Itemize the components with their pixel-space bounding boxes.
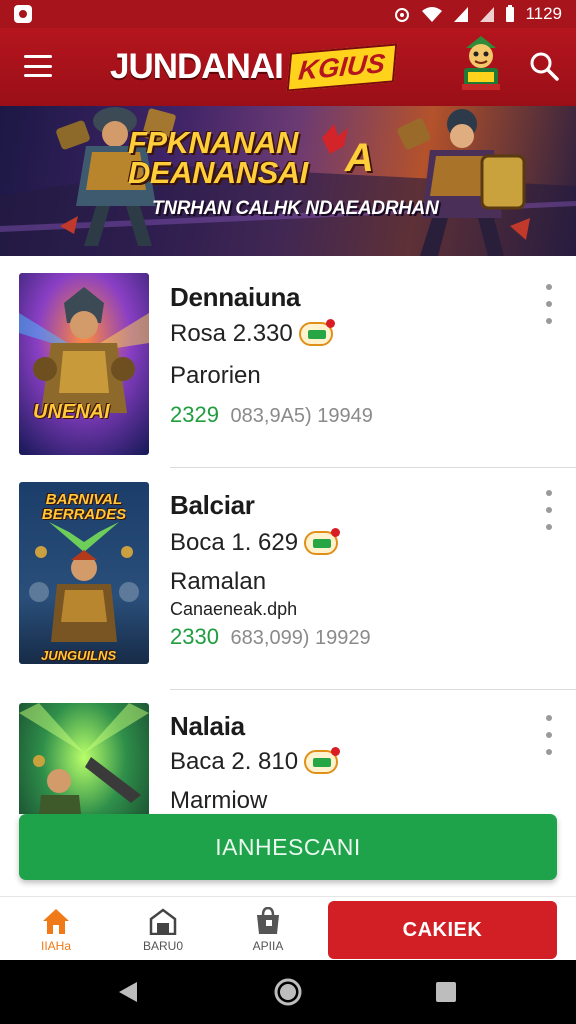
- thumbnail-title: JUNGUILNS: [41, 648, 117, 663]
- banner-subtitle: TNRHAN CALHK NDAEADRHAN: [152, 198, 439, 219]
- item-title: Nalaia: [170, 711, 245, 741]
- recents-icon[interactable]: [428, 974, 464, 1010]
- promo-banner[interactable]: FPKNANAN DEANANSAI A TNRHAN CALHK NDAEAD…: [0, 106, 576, 256]
- item-price-text: Baca 2. 810: [170, 748, 299, 775]
- store-icon: [149, 908, 177, 935]
- thumbnail-art: [19, 703, 149, 814]
- item-price: Baca 2. 810: [170, 747, 341, 776]
- price-tag-icon: [298, 319, 335, 346]
- status-right: 1129: [393, 4, 562, 24]
- thumbnail-art: [19, 273, 149, 455]
- list-item[interactable]: BARNIVAL BERRADES JUNGUILNS Balciar Boca…: [0, 477, 576, 697]
- price-tag-icon: [304, 528, 341, 555]
- item-thumbnail[interactable]: [19, 703, 149, 814]
- item-price-text: Boca 1. 629: [170, 529, 299, 556]
- more-options-icon[interactable]: [542, 715, 556, 755]
- signal2-icon: [480, 7, 495, 22]
- primary-cta-button[interactable]: IANHESCANI: [19, 814, 557, 880]
- more-options-icon[interactable]: [542, 490, 556, 530]
- item-price: Rosa 2.330: [170, 319, 335, 348]
- item-extra: Canaeneak.dph: [170, 599, 298, 619]
- menu-icon-line: [24, 55, 52, 58]
- item-subtitle: Marmiow: [170, 787, 268, 814]
- system-nav-bar: [0, 960, 576, 1024]
- brand-name: JUNDANAI: [110, 47, 284, 86]
- status-left: [14, 5, 32, 23]
- nav-tab-store[interactable]: BARU0: [123, 907, 203, 957]
- item-title: Dennaiuna: [170, 282, 301, 312]
- item-price-text: Rosa 2.330: [170, 320, 293, 347]
- screen: 1129 JUNDANAI KGIUS FPKNANAN DEANANSAI A…: [0, 0, 576, 1024]
- bag-icon: [257, 907, 279, 934]
- nav-tab-apps[interactable]: APIIA: [228, 907, 308, 957]
- item-stat-grey: 083,9A5) 19949: [230, 405, 373, 427]
- item-price: Boca 1. 629: [170, 528, 341, 557]
- nav-tab-home[interactable]: IIAHa: [16, 907, 96, 957]
- alarm-icon: [395, 8, 410, 22]
- list-item[interactable]: UNENAI Dennaiuna Rosa 2.330 Parorien 232…: [0, 256, 576, 476]
- item-subtitle: Ramalan: [170, 568, 267, 595]
- menu-icon-line: [24, 64, 52, 68]
- more-options-icon[interactable]: [542, 284, 556, 324]
- divider: [170, 467, 576, 468]
- item-stat-grey: 683,099) 19929: [230, 627, 371, 649]
- bottom-nav: IIAHa BARU0 APIIA CAKIEK: [0, 896, 576, 960]
- nav-tab-label: APIIA: [252, 939, 284, 953]
- app-bar: JUNDANAI KGIUS: [0, 28, 576, 106]
- signal-icon: [454, 7, 469, 22]
- nav-tab-label: BARU0: [142, 939, 183, 953]
- home-icon: [43, 909, 69, 934]
- list-item[interactable]: Nalaia Baca 2. 810 Marmiow: [0, 699, 576, 814]
- item-title: Balciar: [170, 490, 255, 520]
- banner-badge: A: [345, 136, 374, 180]
- item-stats: 2329 083,9A5) 19949: [170, 402, 373, 428]
- nav-tab-label: IIAHa: [40, 939, 71, 953]
- thumbnail-title-top: BARNIVAL BERRADES: [41, 491, 127, 523]
- banner-title-line2: DEANANSAI: [128, 155, 308, 190]
- search-icon[interactable]: [528, 50, 560, 82]
- price-tag-icon: [304, 747, 341, 774]
- brand-logo[interactable]: JUNDANAI KGIUS: [110, 42, 397, 92]
- checkout-button[interactable]: CAKIEK: [328, 901, 557, 959]
- item-thumbnail[interactable]: BARNIVAL BERRADES JUNGUILNS: [19, 482, 149, 664]
- status-time: 1129: [525, 4, 562, 23]
- item-stat-green: 2329: [170, 402, 219, 427]
- item-stats: 2330 683,099) 19929: [170, 624, 371, 650]
- mascot-icon: [462, 36, 500, 90]
- home-button-icon[interactable]: [270, 974, 306, 1010]
- back-icon[interactable]: [110, 974, 146, 1010]
- banner-title: FPKNANAN DEANANSAI: [128, 125, 308, 190]
- status-bar: 1129: [0, 0, 576, 28]
- item-thumbnail[interactable]: UNENAI: [19, 273, 149, 455]
- wifi-icon: [422, 7, 443, 22]
- app-notification-icon: [14, 5, 32, 23]
- thumbnail-title: UNENAI: [33, 401, 110, 423]
- brand-badge: KGIUS: [286, 42, 397, 92]
- banner-title-line1: FPKNANAN: [128, 125, 298, 160]
- battery-icon: [506, 5, 515, 22]
- divider: [170, 689, 576, 690]
- item-subtitle: Parorien: [170, 362, 261, 389]
- menu-button[interactable]: [22, 52, 54, 80]
- menu-icon-line: [24, 74, 52, 77]
- item-stat-green: 2330: [170, 624, 219, 649]
